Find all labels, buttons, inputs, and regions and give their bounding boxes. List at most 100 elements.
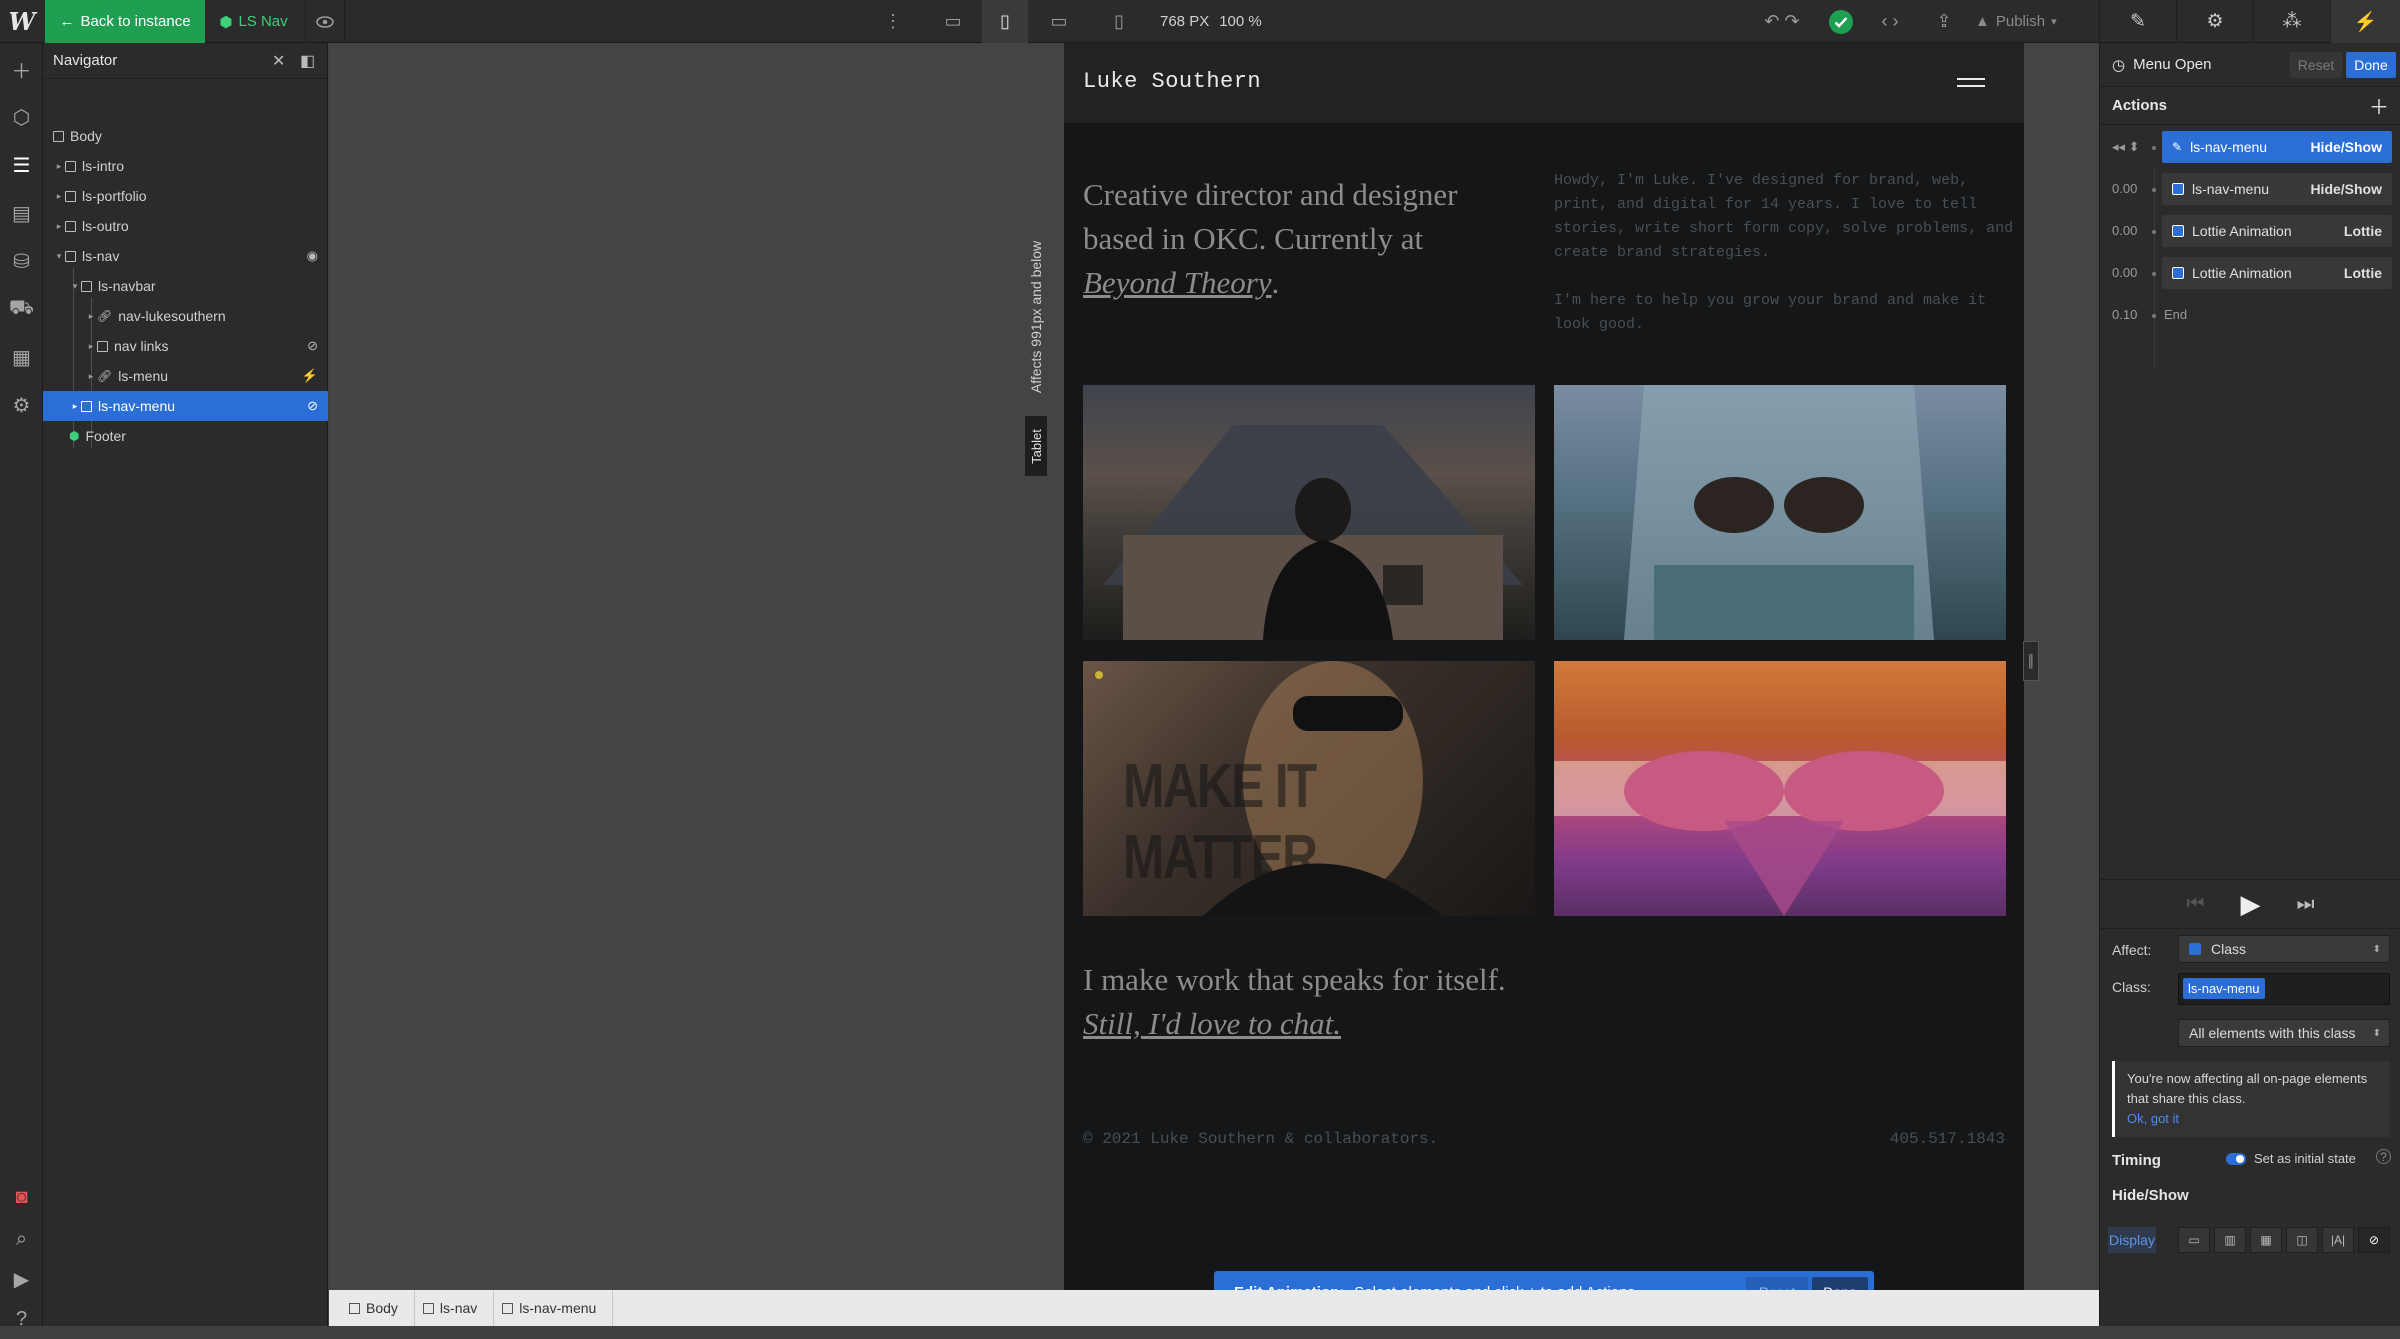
- display-inline-icon[interactable]: |A|: [2322, 1227, 2354, 1253]
- record-icon[interactable]: ◙: [0, 1177, 43, 1217]
- action-row[interactable]: ◂◂ ⬍ ✎ ls-nav-menu Hide/Show: [2100, 127, 2400, 169]
- notice-ok-link[interactable]: Ok, got it: [2127, 1111, 2179, 1126]
- action-item[interactable]: Lottie Animation Lottie: [2162, 215, 2392, 247]
- help-icon[interactable]: ?: [2376, 1149, 2391, 1164]
- breadcrumb-item-body[interactable]: Body: [341, 1290, 415, 1326]
- hamburger-menu-icon[interactable]: [1957, 73, 1985, 93]
- display-grid-icon[interactable]: ▦: [2250, 1227, 2282, 1253]
- expand-caret-icon[interactable]: ▸: [69, 401, 81, 412]
- tree-item-ls-portfolio[interactable]: ▸ ls-portfolio: [43, 181, 328, 211]
- affect-select[interactable]: Class ⬍: [2178, 935, 2390, 963]
- hero-link[interactable]: Beyond Theory: [1083, 265, 1272, 300]
- more-vertical-icon[interactable]: ⋮: [878, 0, 908, 43]
- desktop-star-icon[interactable]: ▭: [932, 0, 974, 43]
- add-panel-icon[interactable]: ＋: [0, 49, 43, 89]
- style-manager-tab[interactable]: ⁂: [2253, 0, 2330, 43]
- export-icon[interactable]: ⇪: [1924, 0, 1964, 43]
- symbols-icon[interactable]: ⬡: [0, 97, 43, 137]
- animation-done-button[interactable]: Done: [2346, 52, 2396, 78]
- display-none-icon[interactable]: ⊘: [2358, 1227, 2390, 1253]
- portfolio-image-knuckles[interactable]: [1554, 661, 2006, 916]
- search-icon[interactable]: ⌕: [0, 1219, 43, 1259]
- hidden-eye-icon[interactable]: ⊘: [307, 338, 318, 354]
- hidden-eye-icon[interactable]: ⊘: [307, 398, 318, 414]
- expand-caret-icon[interactable]: ▸: [85, 341, 97, 352]
- footer-phone[interactable]: 405.517.1843: [1890, 1130, 2005, 1148]
- style-panel-tab[interactable]: ✎: [2099, 0, 2176, 43]
- interactions-panel-tab[interactable]: ⚡: [2330, 0, 2400, 43]
- expand-caret-icon[interactable]: ▸: [53, 161, 65, 172]
- expand-caret-icon[interactable]: ▸: [53, 191, 65, 202]
- portfolio-image-hands[interactable]: [1554, 385, 2006, 640]
- undo-redo-icon[interactable]: ↶ ↷: [1752, 0, 1812, 43]
- class-chip[interactable]: ls-nav-menu: [2183, 978, 2265, 999]
- action-row[interactable]: 0.00 Lottie Animation Lottie: [2100, 253, 2400, 295]
- pages-icon[interactable]: ▤: [0, 193, 43, 233]
- site-page[interactable]: Luke Southern Creative director and desi…: [1064, 43, 2024, 1290]
- expand-caret-icon[interactable]: ▸: [85, 311, 97, 322]
- tree-item-ls-navbar[interactable]: ▾ ls-navbar: [43, 271, 328, 301]
- tree-item-ls-nav-menu[interactable]: ▸ ls-nav-menu ⊘: [43, 391, 328, 421]
- display-block-icon[interactable]: ▭: [2178, 1227, 2210, 1253]
- tree-item-nav-lukesouthern[interactable]: ▸ 🔗︎ nav-lukesouthern: [43, 301, 328, 331]
- animation-title[interactable]: Menu Open: [2133, 56, 2211, 73]
- settings-panel-tab[interactable]: ⚙: [2176, 0, 2253, 43]
- tree-item-ls-menu[interactable]: ▸ 🔗︎ ls-menu ⚡: [43, 361, 328, 391]
- display-inline-block-icon[interactable]: ◫: [2286, 1227, 2318, 1253]
- preview-eye-icon[interactable]: [305, 0, 345, 43]
- expand-caret-icon[interactable]: ▸: [85, 371, 97, 382]
- tablet-device-icon[interactable]: ▯: [982, 0, 1028, 43]
- action-item[interactable]: Lottie Animation Lottie: [2162, 257, 2392, 289]
- tree-item-ls-nav[interactable]: ▾ ls-nav ◉: [43, 241, 328, 271]
- class-input[interactable]: ls-nav-menu: [2178, 973, 2390, 1005]
- breakpoint-tab[interactable]: Tablet: [1025, 416, 1047, 476]
- mobile-portrait-icon[interactable]: ▯: [1096, 0, 1142, 43]
- expand-caret-icon[interactable]: ▸: [53, 221, 65, 232]
- display-flex-icon[interactable]: ▥: [2214, 1227, 2246, 1253]
- action-control-icon[interactable]: ◂◂ ⬍: [2112, 139, 2152, 155]
- tree-item-ls-intro[interactable]: ▸ ls-intro: [43, 151, 328, 181]
- navigator-icon[interactable]: ☰: [0, 145, 43, 185]
- site-brand[interactable]: Luke Southern: [1083, 69, 1261, 94]
- action-item[interactable]: ✎ ls-nav-menu Hide/Show: [2162, 131, 2392, 163]
- tree-item-footer[interactable]: ⬢ Footer: [43, 421, 328, 451]
- initial-state-toggle[interactable]: [2226, 1153, 2246, 1165]
- checkbox-icon[interactable]: [2172, 225, 2184, 237]
- collapse-caret-icon[interactable]: ▾: [69, 281, 81, 292]
- symbol-name[interactable]: ⬢ LS Nav: [205, 0, 302, 43]
- help-icon[interactable]: ?: [0, 1299, 43, 1339]
- back-to-instance-button[interactable]: ← Back to instance: [45, 0, 205, 43]
- video-tutorials-icon[interactable]: ▶: [0, 1259, 43, 1299]
- code-icon[interactable]: ‹ ›: [1870, 0, 1910, 43]
- ecommerce-cart-icon[interactable]: ⛟: [0, 289, 43, 329]
- action-row[interactable]: 0.00 Lottie Animation Lottie: [2100, 211, 2400, 253]
- site-navbar[interactable]: Luke Southern: [1064, 43, 2024, 123]
- play-icon[interactable]: ▶: [2241, 889, 2261, 920]
- settings-gear-icon[interactable]: ⚙: [0, 385, 43, 425]
- tree-item-nav-links[interactable]: ▸ nav links ⊘: [43, 331, 328, 361]
- portfolio-image-roof[interactable]: [1083, 385, 1535, 640]
- breadcrumb-item-ls-nav[interactable]: ls-nav: [415, 1290, 495, 1326]
- tree-item-ls-outro[interactable]: ▸ ls-outro: [43, 211, 328, 241]
- collapse-icon[interactable]: ✕: [272, 51, 285, 71]
- cta-link[interactable]: Still, I'd love to chat.: [1083, 1006, 1341, 1041]
- resize-handle[interactable]: ║: [2023, 641, 2039, 681]
- tree-item-body[interactable]: Body: [43, 121, 328, 151]
- mobile-landscape-icon[interactable]: ▭: [1036, 0, 1082, 43]
- action-row[interactable]: 0.00 ls-nav-menu Hide/Show: [2100, 169, 2400, 211]
- check-status-icon[interactable]: [1826, 0, 1856, 43]
- publish-button[interactable]: ▲ Publish ▾: [1975, 0, 2097, 43]
- webflow-logo[interactable]: W: [0, 0, 44, 43]
- checkbox-icon[interactable]: [2172, 267, 2184, 279]
- scope-select[interactable]: All elements with this class ⬍: [2178, 1019, 2390, 1047]
- skip-back-icon[interactable]: ⏮: [2187, 893, 2205, 916]
- breadcrumb-item-ls-nav-menu[interactable]: ls-nav-menu: [494, 1290, 614, 1326]
- dock-panel-icon[interactable]: ◧: [300, 51, 315, 71]
- skip-forward-icon[interactable]: ⏭: [2297, 893, 2315, 916]
- assets-icon[interactable]: ▦: [0, 337, 43, 377]
- add-action-icon[interactable]: ＋: [2369, 91, 2389, 120]
- portfolio-image-make-it-matter[interactable]: MAKE IT MATTER: [1083, 661, 1535, 916]
- collapse-caret-icon[interactable]: ▾: [53, 251, 65, 262]
- action-item[interactable]: ls-nav-menu Hide/Show: [2162, 173, 2392, 205]
- animation-reset-button[interactable]: Reset: [2290, 52, 2342, 78]
